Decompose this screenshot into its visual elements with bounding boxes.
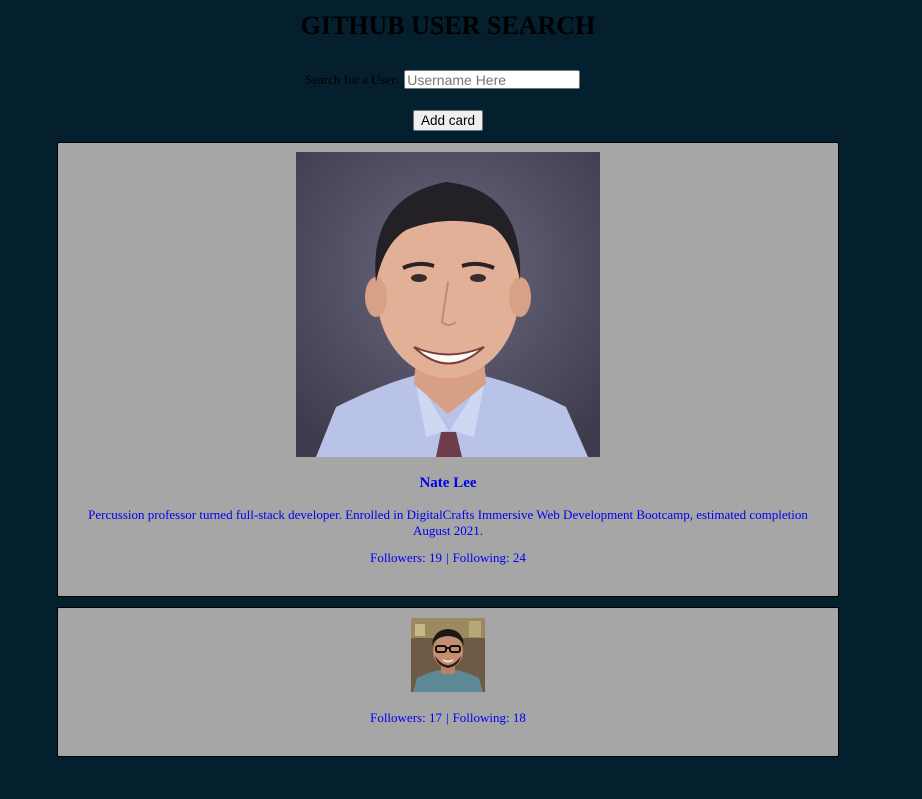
user-card: Nate Lee Percussion professor turned ful… bbox=[57, 142, 839, 597]
add-card-button[interactable]: Add card bbox=[413, 110, 483, 131]
user-card: Followers: 17 | Following: 18 bbox=[57, 607, 839, 757]
followers-count: Followers: 17 bbox=[370, 710, 442, 725]
search-label: Search for a User: bbox=[305, 71, 400, 87]
followers-count: Followers: 19 bbox=[370, 550, 442, 565]
avatar bbox=[411, 618, 485, 692]
stats-separator: | bbox=[445, 550, 449, 565]
following-count: Following: 18 bbox=[452, 710, 526, 725]
user-stats: Followers: 19 | Following: 24 bbox=[58, 550, 838, 566]
avatar bbox=[296, 152, 600, 457]
page-title: GITHUB USER SEARCH bbox=[300, 11, 596, 40]
user-bio: Percussion professor turned full-stack d… bbox=[88, 507, 808, 538]
search-row: Search for a User: bbox=[305, 69, 581, 90]
following-count: Following: 24 bbox=[452, 550, 526, 565]
username-search-input[interactable] bbox=[404, 70, 581, 89]
stats-separator: | bbox=[445, 710, 449, 725]
user-name: Nate Lee bbox=[419, 475, 477, 491]
user-stats: Followers: 17 | Following: 18 bbox=[58, 710, 838, 726]
